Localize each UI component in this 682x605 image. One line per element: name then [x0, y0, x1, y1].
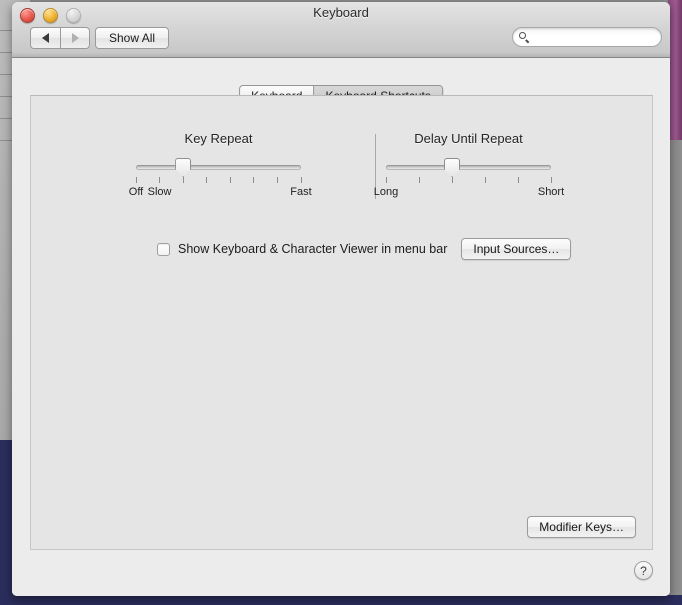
show-viewer-label: Show Keyboard & Character Viewer in menu…: [178, 242, 448, 256]
key-repeat-slider[interactable]: [136, 158, 301, 177]
slider-tick-label: Short: [537, 186, 565, 198]
slider-tick: [517, 177, 519, 183]
screen: Keyboard Show All Keyboard Keyboard Shor: [0, 0, 682, 605]
slider-tick: [206, 177, 208, 183]
slider-tick: [550, 177, 552, 183]
slider-tick: [253, 177, 255, 183]
key-repeat-track: [136, 165, 301, 170]
show-all-button[interactable]: Show All: [95, 27, 170, 49]
back-button[interactable]: [30, 27, 60, 49]
key-repeat-tick-labels: Off Slow Fast: [129, 186, 312, 200]
delay-until-repeat-thumb[interactable]: [444, 158, 460, 177]
window-title: Keyboard: [313, 5, 369, 20]
key-repeat-ticks: [135, 177, 302, 185]
forward-arrow-icon: [71, 33, 79, 43]
delay-until-repeat-track: [386, 165, 551, 170]
show-viewer-checkbox[interactable]: [157, 242, 170, 256]
delay-until-repeat-slider[interactable]: [386, 158, 551, 177]
slider-tick: [229, 177, 231, 183]
slider-tick: [385, 177, 387, 183]
slider-tick: [159, 177, 161, 183]
delay-until-repeat-ticks: [385, 177, 552, 185]
slider-tick: [451, 177, 453, 183]
slider-tick-label: Slow: [147, 186, 172, 198]
slider-tick: [418, 177, 420, 183]
window-body: Keyboard Keyboard Shortcuts Key Repeat O…: [12, 58, 670, 596]
search-icon: [519, 31, 530, 43]
slider-tick-label: Fast: [290, 186, 312, 198]
help-button[interactable]: ?: [634, 561, 653, 580]
key-repeat-section: Key Repeat Off Slow Fast: [129, 131, 312, 200]
show-viewer-row: Show Keyboard & Character Viewer in menu…: [157, 238, 572, 260]
modifier-keys-button[interactable]: Modifier Keys…: [527, 516, 636, 538]
slider-tick: [182, 177, 184, 183]
delay-until-repeat-title: Delay Until Repeat: [414, 131, 523, 146]
content-panel: Key Repeat Off Slow Fast Delay Until Repea…: [30, 95, 653, 550]
key-repeat-title: Key Repeat: [184, 131, 253, 146]
slider-tick: [276, 177, 278, 183]
delay-until-repeat-tick-labels: Long Short: [374, 186, 564, 200]
key-repeat-thumb[interactable]: [175, 158, 192, 177]
search-field[interactable]: [512, 27, 662, 47]
delay-until-repeat-section: Delay Until Repeat Long Short: [374, 131, 564, 200]
forward-button[interactable]: [60, 27, 90, 49]
slider-tick-label: Off: [128, 186, 144, 198]
search-input[interactable]: [534, 30, 658, 44]
slider-tick: [135, 177, 137, 183]
slider-tick: [484, 177, 486, 183]
window-titlebar: Keyboard Show All: [12, 2, 670, 58]
slider-tick-label: Long: [373, 186, 399, 198]
navigation-buttons: [30, 27, 90, 49]
input-sources-button[interactable]: Input Sources…: [461, 238, 572, 260]
keyboard-preferences-window: Keyboard Show All Keyboard Keyboard Shor: [12, 2, 670, 596]
slider-tick: [300, 177, 302, 183]
background-purple-strip: [668, 0, 682, 140]
back-arrow-icon: [42, 33, 49, 43]
desktop-bottom: [0, 595, 682, 605]
